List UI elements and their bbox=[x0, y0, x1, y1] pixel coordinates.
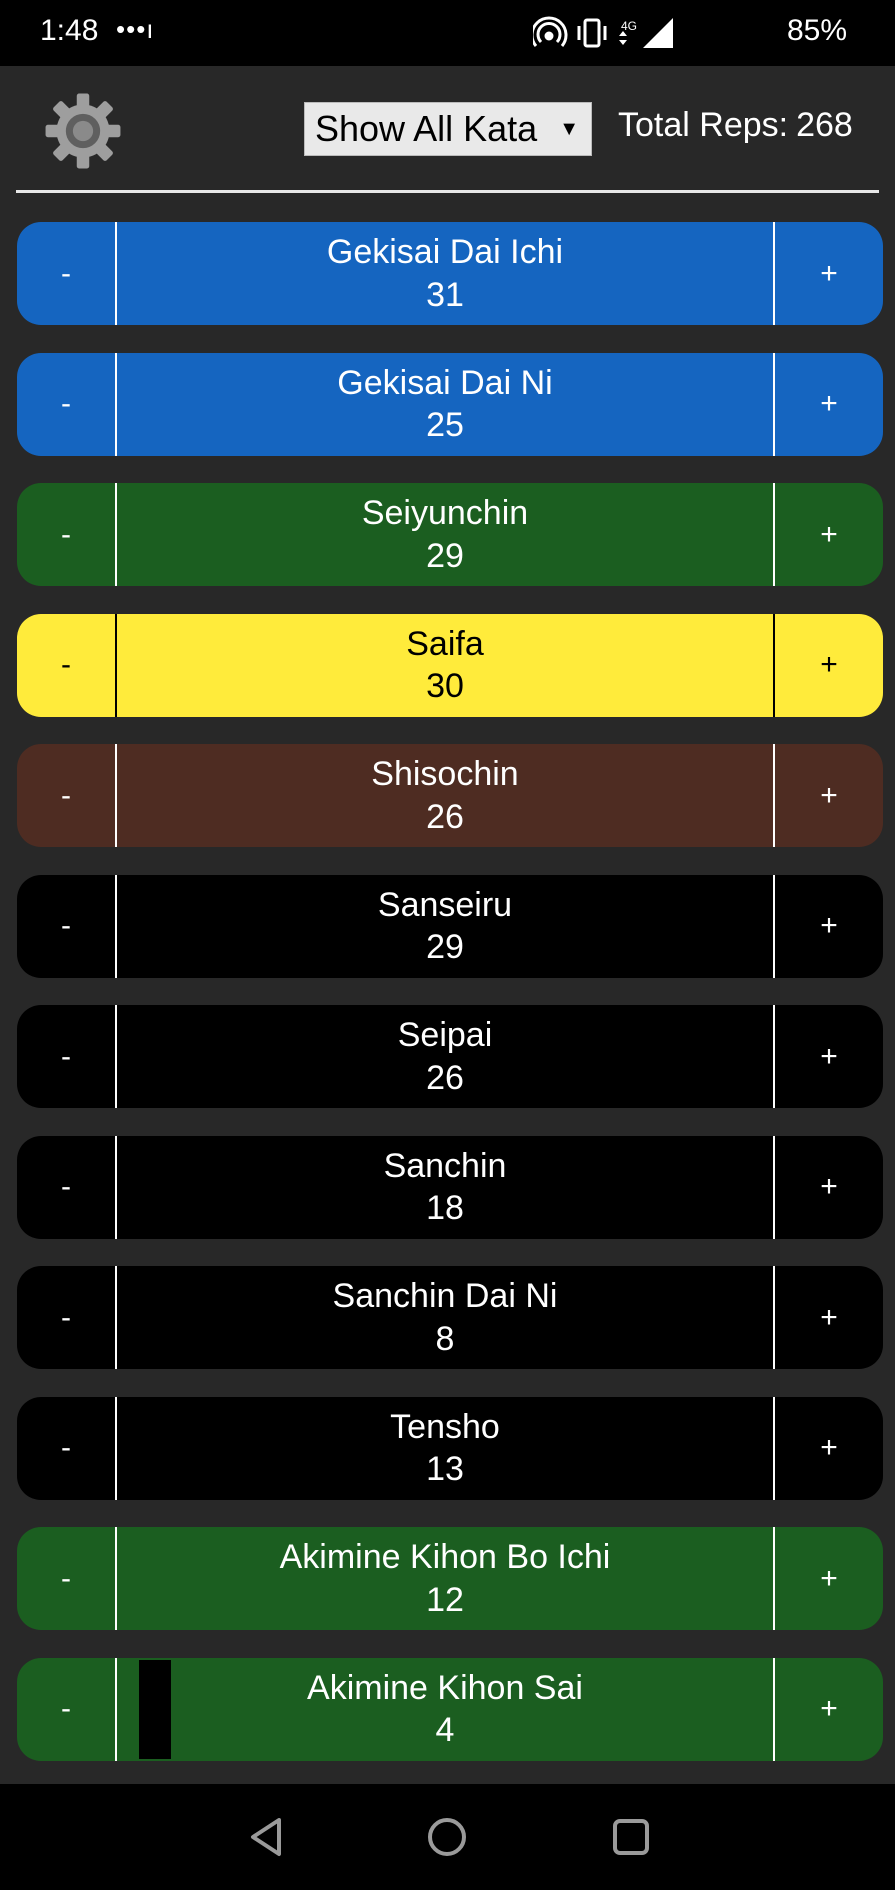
kata-count: 25 bbox=[426, 406, 464, 444]
header-divider bbox=[16, 190, 879, 193]
recents-icon[interactable] bbox=[608, 1814, 654, 1860]
kata-list: - Gekisai Dai Ichi 31 + - Gekisai Dai Ni 25 + - S… bbox=[17, 222, 883, 1784]
increment-button[interactable]: + bbox=[773, 222, 883, 325]
kata-row: - Seiyunchin 29 + bbox=[17, 483, 883, 586]
increment-button[interactable]: + bbox=[773, 483, 883, 586]
vibrate-icon bbox=[577, 18, 607, 48]
signal-icon bbox=[643, 18, 673, 48]
increment-button[interactable]: + bbox=[773, 1135, 883, 1239]
kata-info: Gekisai Dai Ni 25 bbox=[117, 353, 773, 456]
increment-button[interactable]: + bbox=[773, 613, 883, 717]
status-icons: 4G bbox=[533, 16, 673, 48]
header: Show All Kata ▼ Total Reps: 268 bbox=[0, 66, 895, 193]
kata-name: Seiyunchin bbox=[361, 494, 529, 532]
decrement-button[interactable]: - bbox=[17, 1135, 117, 1239]
kata-info: Seipai 26 bbox=[117, 1005, 773, 1108]
kata-count: 18 bbox=[426, 1189, 464, 1227]
kata-row: - Tensho 13 + bbox=[17, 1396, 883, 1500]
status-bar: 1:48 •••ı 4G 85% bbox=[0, 0, 895, 66]
kata-name: Sanchin bbox=[383, 1146, 507, 1185]
kata-info: Saifa 30 bbox=[117, 614, 773, 717]
home-icon[interactable] bbox=[424, 1814, 470, 1860]
notification-dots: •••ı bbox=[116, 14, 155, 44]
kata-info: Gekisai Dai Ichi 31 bbox=[117, 222, 773, 325]
kata-name: Saifa bbox=[406, 624, 484, 663]
status-time: 1:48 bbox=[40, 14, 99, 47]
kata-info: Seiyunchin 29 bbox=[117, 483, 773, 586]
kata-info: Akimine Kihon Sai 4 bbox=[117, 1658, 773, 1761]
increment-button[interactable]: + bbox=[773, 874, 883, 978]
total-reps: Total Reps: 268 bbox=[618, 106, 853, 145]
kata-count: 13 bbox=[426, 1450, 464, 1488]
kata-name: Sanchin Dai Ni bbox=[332, 1277, 558, 1315]
decrement-button[interactable]: - bbox=[17, 483, 117, 586]
increment-button[interactable]: + bbox=[773, 1005, 883, 1108]
decrement-button[interactable]: - bbox=[17, 352, 117, 456]
battery-level: 85% bbox=[786, 14, 847, 47]
increment-button[interactable]: + bbox=[773, 1527, 883, 1630]
decrement-button[interactable]: - bbox=[17, 613, 117, 717]
kata-info: Akimine Kihon Bo Ichi 12 bbox=[117, 1527, 773, 1630]
kata-row: - Gekisai Dai Ichi 31 + bbox=[17, 222, 883, 325]
kata-row: - Gekisai Dai Ni 25 + bbox=[17, 352, 883, 456]
kata-info: Sanchin Dai Ni 8 bbox=[117, 1266, 773, 1369]
kata-count: 29 bbox=[426, 928, 464, 966]
increment-button[interactable]: + bbox=[773, 1396, 883, 1500]
decrement-button[interactable]: - bbox=[17, 1266, 117, 1369]
svg-text:4G: 4G bbox=[621, 19, 637, 33]
kata-info: Shisochin 26 bbox=[117, 744, 773, 847]
kata-count: 31 bbox=[426, 275, 464, 314]
kata-row: - Akimine Kihon Bo Ichi 12 + bbox=[17, 1527, 883, 1630]
kata-name: Shisochin bbox=[371, 755, 519, 793]
kata-name: Gekisai Dai Ichi bbox=[326, 233, 564, 271]
kata-name: Akimine Kihon Bo Ichi bbox=[279, 1538, 611, 1576]
kata-count: 26 bbox=[426, 1058, 464, 1097]
hotspot-icon bbox=[533, 16, 568, 47]
kata-name: Akimine Kihon Sai bbox=[307, 1668, 583, 1707]
decrement-button[interactable]: - bbox=[17, 874, 117, 978]
4g-icon: 4G bbox=[619, 19, 637, 45]
kata-count: 12 bbox=[426, 1580, 464, 1619]
kata-row: - Seipai 26 + bbox=[17, 1005, 883, 1108]
kata-row: - Shisochin 26 + bbox=[17, 744, 883, 847]
kata-info: Sanchin 18 bbox=[117, 1136, 773, 1239]
app-content: Show All Kata ▼ Total Reps: 268 - Gekisai … bbox=[0, 66, 895, 1784]
decrement-button[interactable]: - bbox=[17, 1396, 117, 1500]
kata-count: 30 bbox=[426, 667, 464, 705]
kata-count: 26 bbox=[426, 797, 464, 836]
kata-name: Sanseiru bbox=[377, 885, 513, 924]
increment-button[interactable]: + bbox=[773, 1266, 883, 1369]
kata-count: 29 bbox=[426, 536, 464, 575]
kata-row: - Sanseiru 29 + bbox=[17, 874, 883, 978]
kata-marker bbox=[139, 1659, 171, 1759]
kata-name: Tensho bbox=[390, 1407, 500, 1446]
system-nav-bar bbox=[0, 1784, 895, 1890]
increment-button[interactable]: + bbox=[773, 352, 883, 456]
kata-row: - Saifa 30 + bbox=[17, 613, 883, 717]
kata-filter-select[interactable]: Show All Kata ▼ bbox=[304, 102, 592, 156]
kata-row: - Sanchin 18 + bbox=[17, 1135, 883, 1239]
increment-button[interactable]: + bbox=[773, 744, 883, 847]
kata-row: - Sanchin Dai Ni 8 + bbox=[17, 1266, 883, 1369]
total-reps-value: 268 bbox=[796, 106, 853, 144]
chevron-down-icon: ▼ bbox=[559, 118, 579, 140]
kata-count: 4 bbox=[435, 1711, 455, 1749]
decrement-button[interactable]: - bbox=[17, 1005, 117, 1108]
increment-button[interactable]: + bbox=[773, 1657, 883, 1761]
back-icon[interactable] bbox=[243, 1814, 289, 1860]
kata-info: Tensho 13 bbox=[117, 1397, 773, 1500]
kata-info: Sanseiru 29 bbox=[117, 875, 773, 978]
kata-row: - Akimine Kihon Sai 4 + bbox=[17, 1657, 883, 1761]
kata-count: 8 bbox=[435, 1319, 455, 1358]
kata-name: Seipai bbox=[397, 1016, 493, 1054]
total-reps-label: Total Reps: bbox=[618, 106, 789, 144]
kata-filter-value: Show All Kata bbox=[315, 108, 538, 149]
decrement-button[interactable]: - bbox=[17, 1657, 117, 1761]
kata-name: Gekisai Dai Ni bbox=[337, 363, 553, 402]
decrement-button[interactable]: - bbox=[17, 222, 117, 325]
gear-icon[interactable] bbox=[44, 92, 122, 170]
decrement-button[interactable]: - bbox=[17, 744, 117, 847]
decrement-button[interactable]: - bbox=[17, 1527, 117, 1630]
